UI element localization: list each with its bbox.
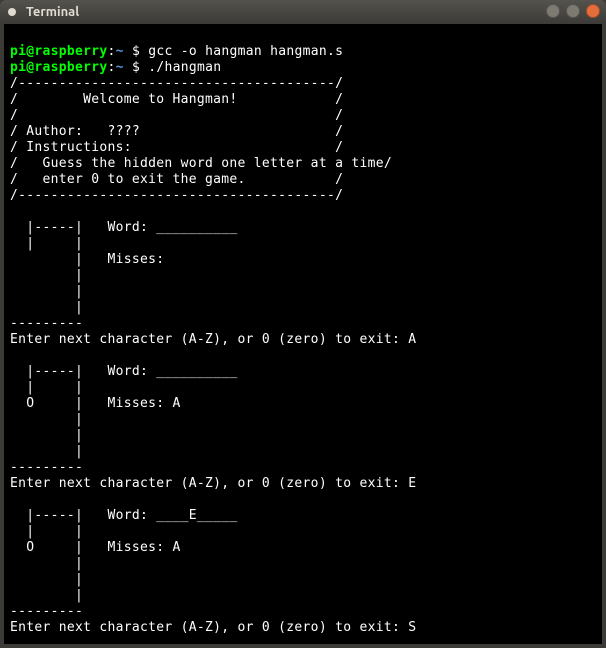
command-compile: gcc -o hangman hangman.s xyxy=(148,44,343,59)
blank-line xyxy=(10,492,18,507)
banner-instructions: / Instructions: / xyxy=(10,140,343,155)
terminal-body[interactable]: pi@raspberry:~ $ gcc -o hangman hangman.… xyxy=(4,24,602,644)
titlebar[interactable]: Terminal xyxy=(0,0,606,24)
titlebar-left: Terminal xyxy=(8,5,79,19)
banner-blank: / / xyxy=(10,108,343,123)
prompt-path: ~ xyxy=(116,44,124,59)
banner-line2: / enter 0 to exit the game. / xyxy=(10,172,343,187)
round2-6: | xyxy=(10,588,83,603)
banner-border-top: /---------------------------------------… xyxy=(10,76,343,91)
banner-author: / Author: ???? / xyxy=(10,124,343,139)
prompt-dollar: $ xyxy=(124,60,148,75)
window-title: Terminal xyxy=(26,5,79,19)
round1-prompt: Enter next character (A-Z), or 0 (zero) … xyxy=(10,476,416,491)
blank-line xyxy=(10,204,18,219)
round2-5: | xyxy=(10,572,83,587)
prompt-path: ~ xyxy=(116,60,124,75)
maximize-button[interactable] xyxy=(566,4,580,18)
round1-5: | xyxy=(10,428,83,443)
round2-2: | | xyxy=(10,524,83,539)
round0-prompt: Enter next character (A-Z), or 0 (zero) … xyxy=(10,332,416,347)
round2-top: |-----| Word: ____E_____ xyxy=(10,508,238,523)
banner-line1: / Guess the hidden word one letter at a … xyxy=(10,156,392,171)
command-run: ./hangman xyxy=(148,60,221,75)
banner-welcome: / Welcome to Hangman! / xyxy=(10,92,343,107)
round1-3: O | Misses: A xyxy=(10,396,181,411)
round1-6: | xyxy=(10,444,83,459)
window-controls xyxy=(546,4,600,18)
round2-3: O | Misses: A xyxy=(10,540,181,555)
round2-prompt: Enter next character (A-Z), or 0 (zero) … xyxy=(10,620,416,635)
minimize-button[interactable] xyxy=(546,4,560,18)
prompt-user-host: pi@raspberry xyxy=(10,60,108,75)
blank-line xyxy=(10,636,18,644)
prompt-user-host: pi@raspberry xyxy=(10,44,108,59)
round0-2: | | xyxy=(10,236,83,251)
round0-4: | xyxy=(10,268,83,283)
round0-top: |-----| Word: __________ xyxy=(10,220,238,235)
close-button[interactable] xyxy=(586,4,600,18)
round0-5: | xyxy=(10,284,83,299)
round1-4: | xyxy=(10,412,83,427)
round0-6: | xyxy=(10,300,83,315)
blank-line xyxy=(10,348,18,363)
round0-base: --------- xyxy=(10,316,83,331)
terminal-window: Terminal pi@raspberry:~ $ gcc -o hangman… xyxy=(0,0,606,648)
round2-4: | xyxy=(10,556,83,571)
round2-base: --------- xyxy=(10,604,83,619)
prompt-colon: : xyxy=(108,60,116,75)
prompt-dollar: $ xyxy=(124,44,148,59)
round1-base: --------- xyxy=(10,460,83,475)
prompt-colon: : xyxy=(108,44,116,59)
round1-2: | | xyxy=(10,380,83,395)
round0-3: | Misses: xyxy=(10,252,164,267)
round1-top: |-----| Word: __________ xyxy=(10,364,238,379)
app-dot-icon xyxy=(8,8,16,16)
banner-border-bot: /---------------------------------------… xyxy=(10,188,343,203)
